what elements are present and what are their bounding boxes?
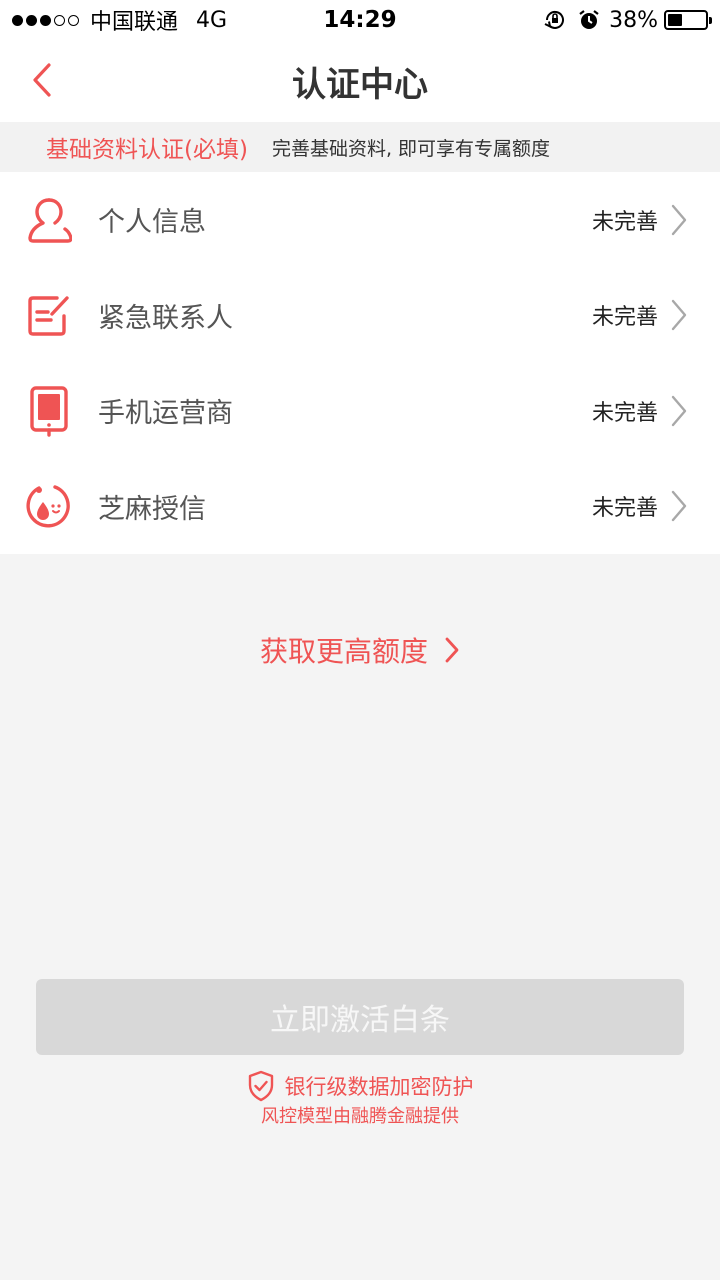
signal-icon xyxy=(12,14,82,26)
chevron-left-icon xyxy=(33,63,51,97)
battery-percent: 38% xyxy=(609,7,658,33)
carrier-name: 中国联通 xyxy=(90,10,179,35)
status-bar: 中国联通 4G 14:29 38% xyxy=(0,0,720,40)
battery-icon xyxy=(664,10,712,30)
status-text: 未完善 xyxy=(591,209,658,235)
required-label: 基础资料认证(必填) xyxy=(46,137,248,163)
sesame-icon xyxy=(26,485,70,528)
activate-button[interactable]: 立即激活白条 xyxy=(36,979,684,1055)
status-text: 未完善 xyxy=(591,496,658,522)
chevron-right-icon xyxy=(671,204,687,235)
chevron-right-icon xyxy=(671,491,687,522)
notice-description: 完善基础资料, 即可享有专属额度 xyxy=(271,137,551,160)
status-text: 未完善 xyxy=(591,400,658,426)
network-type: 4G xyxy=(196,7,228,33)
list-item-mobile-carrier[interactable]: 手机运营商 未完善 xyxy=(0,363,720,459)
list-item-label: 个人信息 xyxy=(98,207,206,239)
nav-bar: 认证中心 xyxy=(0,40,720,122)
orientation-lock-icon xyxy=(544,11,565,29)
status-text: 未完善 xyxy=(591,305,658,331)
shield-check-icon xyxy=(248,1070,273,1102)
chevron-right-icon xyxy=(671,395,687,426)
list-item-emergency-contact[interactable]: 紧急联系人 未完善 xyxy=(0,268,720,364)
verification-list: 个人信息 未完善 紧急联系人 未完善 手机运营商 未完善 芝麻授信 未完善 xyxy=(0,172,720,554)
list-item-label: 手机运营商 xyxy=(98,398,233,430)
chevron-right-icon xyxy=(671,300,687,331)
phone-icon xyxy=(30,386,68,437)
back-button[interactable] xyxy=(22,60,62,100)
edit-contact-icon xyxy=(28,296,69,336)
required-notice: 基础资料认证(必填) 完善基础资料, 即可享有专属额度 xyxy=(0,122,720,172)
person-icon xyxy=(28,198,72,243)
higher-limit-label: 获取更高额度 xyxy=(259,635,428,668)
alarm-icon xyxy=(579,10,599,29)
list-item-sesame-credit[interactable]: 芝麻授信 未完善 xyxy=(0,459,720,555)
list-item-label: 紧急联系人 xyxy=(98,302,233,334)
chevron-right-icon xyxy=(445,637,459,663)
list-item-personal-info[interactable]: 个人信息 未完善 xyxy=(0,172,720,268)
provider-note: 风控模型由融腾金融提供 xyxy=(261,1106,459,1127)
security-note: 银行级数据加密防护 xyxy=(0,1068,720,1104)
higher-limit-link[interactable]: 获取更高额度 xyxy=(0,620,720,680)
page-title: 认证中心 xyxy=(292,64,428,105)
security-label: 银行级数据加密防护 xyxy=(284,1075,474,1099)
list-item-label: 芝麻授信 xyxy=(98,493,206,525)
